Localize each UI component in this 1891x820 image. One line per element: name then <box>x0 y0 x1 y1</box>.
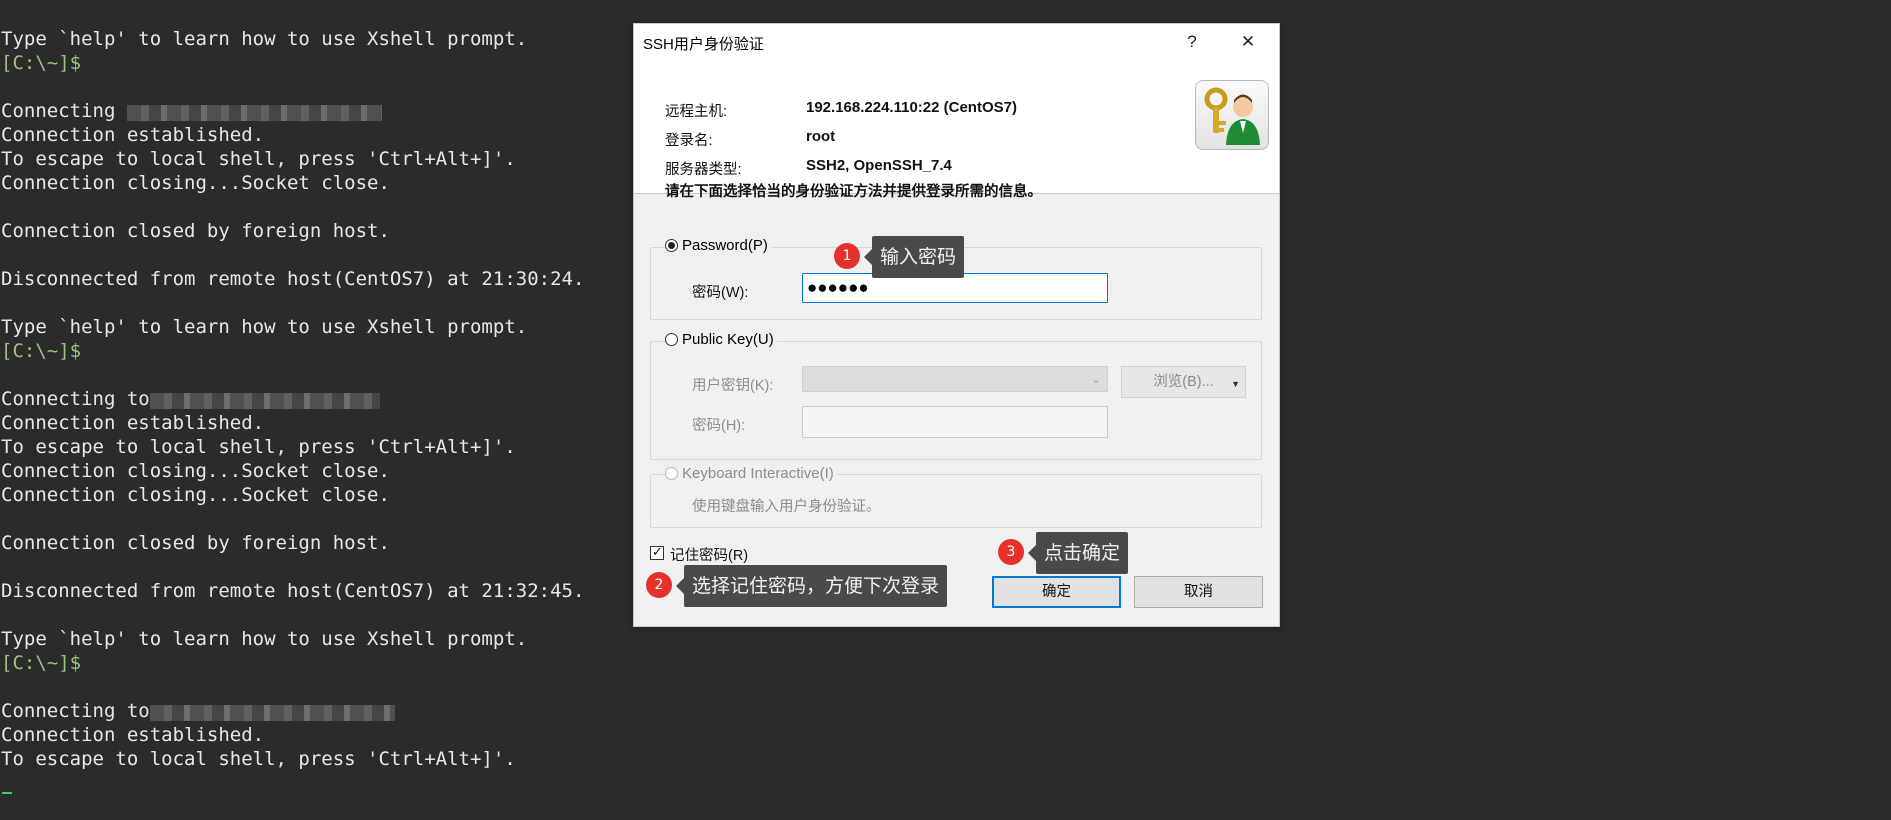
terminal-prompt: [C:\~]$ <box>1 52 82 74</box>
dialog-title: SSH用户身份验证 <box>643 36 764 53</box>
server-type-value: SSH2, OpenSSH_7.4 <box>806 157 952 174</box>
terminal-line: Connection closing...Socket close. <box>1 172 390 194</box>
user-key-icon <box>1195 80 1269 150</box>
terminal-line: To escape to local shell, press 'Ctrl+Al… <box>1 436 516 458</box>
terminal-prompt: [C:\~]$ <box>1 652 82 674</box>
ssh-auth-dialog: SSH用户身份验证 ? ✕ 远程主机: 192.168.224.110:22 (… <box>633 23 1280 627</box>
annotation-callout-2: 选择记住密码，方便下次登录 <box>675 565 948 607</box>
passphrase-input[interactable] <box>802 406 1108 438</box>
chevron-down-icon: ⌄ <box>1090 372 1101 386</box>
password-radio[interactable]: Password(P) <box>665 237 771 254</box>
host-label: 远程主机: <box>665 104 728 120</box>
keyboard-radio-label: Keyboard Interactive(I) <box>682 465 834 482</box>
publickey-group <box>650 341 1262 460</box>
terminal-line: Connection established. <box>1 724 265 746</box>
terminal-line: Connection established. <box>1 412 265 434</box>
terminal-line: Connection closing...Socket close. <box>1 460 390 482</box>
ok-button[interactable]: 确定 <box>992 576 1121 608</box>
dropdown-arrow-icon: ▼ <box>1231 379 1240 389</box>
annotation-badge-3: 3 <box>998 539 1024 565</box>
radio-unchecked-icon <box>665 333 678 346</box>
password-field-label: 密码(W): <box>692 285 749 301</box>
remember-checkbox[interactable] <box>650 544 664 560</box>
password-radio-label: Password(P) <box>682 237 768 254</box>
terminal-line: Connection established. <box>1 124 265 146</box>
terminal-line: Connecting to <box>1 699 395 723</box>
terminal-line: Connection closing...Socket close. <box>1 484 390 506</box>
server-type-label: 服务器类型: <box>665 162 742 178</box>
annotation-badge-1: 1 <box>834 243 860 269</box>
connection-info: 远程主机: 192.168.224.110:22 (CentOS7) 登录名: … <box>634 60 1279 194</box>
user-key-select[interactable]: ⌄ <box>802 366 1108 392</box>
dialog-titlebar[interactable]: SSH用户身份验证 ? ✕ <box>634 24 1279 60</box>
terminal-line: To escape to local shell, press 'Ctrl+Al… <box>1 748 516 770</box>
password-dots: ●●●●●● <box>807 278 869 297</box>
terminal-line: Type `help' to learn how to use Xshell p… <box>1 28 528 50</box>
terminal-line: To escape to local shell, press 'Ctrl+Al… <box>1 148 516 170</box>
terminal-line: Connecting <box>1 99 382 123</box>
annotation-badge-2: 2 <box>646 572 672 598</box>
terminal-line: Type `help' to learn how to use Xshell p… <box>1 316 528 338</box>
redacted-host <box>149 393 380 409</box>
radio-checked-icon <box>665 239 678 252</box>
user-key-label: 用户密钥(K): <box>692 378 774 394</box>
help-button[interactable]: ? <box>1169 24 1215 60</box>
cancel-button[interactable]: 取消 <box>1134 576 1263 608</box>
login-value: root <box>806 128 836 145</box>
publickey-radio[interactable]: Public Key(U) <box>665 331 777 348</box>
remember-label[interactable]: 记住密码(R) <box>670 544 748 565</box>
terminal-line: Connection closed by foreign host. <box>1 220 390 242</box>
terminal-line: Type `help' to learn how to use Xshell p… <box>1 628 528 650</box>
keyboard-radio[interactable]: Keyboard Interactive(I) <box>665 465 837 482</box>
terminal-line: Connecting to <box>1 387 380 411</box>
redacted-host <box>126 105 382 121</box>
browse-button[interactable]: 浏览(B)... ▼ <box>1121 366 1246 398</box>
terminal-line: Connection closed by foreign host. <box>1 532 390 554</box>
redacted-host <box>149 705 395 721</box>
keyboard-description: 使用键盘输入用户身份验证。 <box>692 499 881 515</box>
host-value: 192.168.224.110:22 (CentOS7) <box>806 99 1017 116</box>
terminal-line: Disconnected from remote host(CentOS7) a… <box>1 268 585 290</box>
radio-disabled-icon <box>665 467 678 480</box>
passphrase-label: 密码(H): <box>692 418 746 434</box>
terminal-line: Disconnected from remote host(CentOS7) a… <box>1 580 585 602</box>
terminal-output[interactable]: Type `help' to learn how to use Xshell p… <box>0 0 630 820</box>
publickey-radio-label: Public Key(U) <box>682 331 774 348</box>
annotation-callout-1: 输入密码 <box>863 236 965 278</box>
browse-button-label: 浏览(B)... <box>1153 374 1214 390</box>
instruction-text: 请在下面选择恰当的身份验证方法并提供登录所需的信息。 <box>665 184 1042 200</box>
close-button[interactable]: ✕ <box>1225 24 1271 60</box>
annotation-callout-3: 点击确定 <box>1027 532 1129 574</box>
login-label: 登录名: <box>665 133 713 149</box>
terminal-prompt: [C:\~]$ <box>1 340 82 362</box>
terminal-cursor <box>2 792 12 794</box>
